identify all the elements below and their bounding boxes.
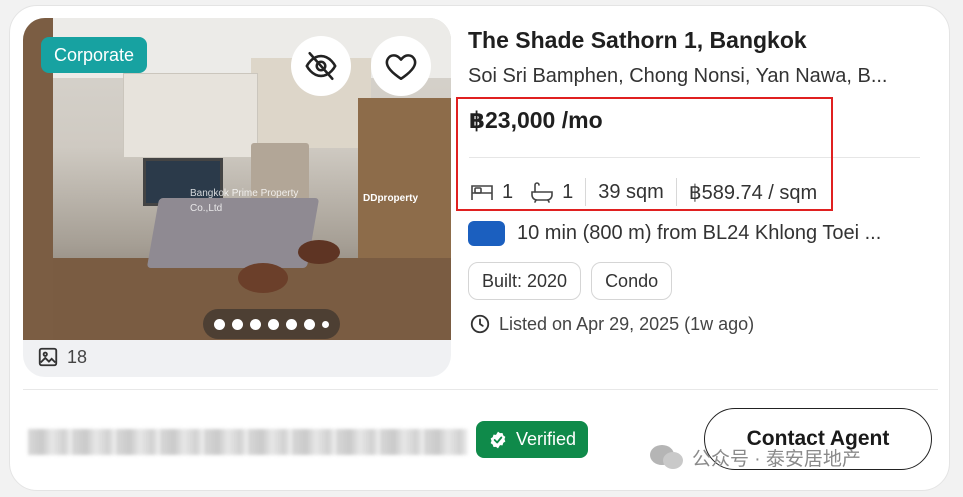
corporate-badge: Corporate bbox=[41, 37, 148, 73]
carousel-dot[interactable] bbox=[322, 320, 329, 328]
listing-tags: Built: 2020 Condo bbox=[468, 262, 673, 300]
tag-built: Built: 2020 bbox=[468, 262, 582, 300]
hide-listing-button[interactable] bbox=[291, 36, 351, 96]
verified-badge: Verified bbox=[476, 421, 589, 458]
carousel-dot[interactable] bbox=[304, 318, 315, 330]
carousel-dot[interactable] bbox=[250, 318, 261, 330]
transit-line-chip bbox=[468, 221, 505, 246]
photo-watermark-agency: Bangkok Prime Property Co.,Ltd bbox=[190, 188, 299, 214]
card-divider bbox=[23, 389, 938, 390]
agent-name-blurred bbox=[28, 429, 468, 455]
carousel-dot[interactable] bbox=[214, 318, 225, 330]
listed-text: Listed on Apr 29, 2025 (1w ago) bbox=[499, 313, 755, 334]
clock-icon bbox=[470, 314, 490, 334]
carousel-dots[interactable] bbox=[203, 309, 340, 339]
eye-off-icon bbox=[305, 51, 337, 81]
carousel-dot[interactable] bbox=[268, 318, 279, 330]
photo-count[interactable]: 18 bbox=[37, 346, 87, 368]
wechat-watermark: 公众号 · 泰安居地产 bbox=[650, 442, 861, 472]
listed-date: Listed on Apr 29, 2025 (1w ago) bbox=[469, 313, 754, 335]
carousel-dot[interactable] bbox=[286, 318, 297, 330]
gallery-icon bbox=[38, 347, 58, 367]
favorite-button[interactable] bbox=[371, 36, 431, 96]
wechat-watermark-text: 公众号 · 泰安居地产 bbox=[692, 448, 861, 470]
listing-address: Soi Sri Bamphen, Chong Nonsi, Yan Nawa, … bbox=[468, 65, 888, 87]
photo-count-value: 18 bbox=[67, 346, 88, 367]
photo-watermark-brand: DDproperty bbox=[363, 193, 419, 204]
transit-info: 10 min (800 m) from BL24 Khlong Toei ... bbox=[468, 221, 881, 246]
wechat-icon bbox=[650, 442, 686, 472]
heart-icon bbox=[385, 54, 417, 81]
tag-type: Condo bbox=[591, 262, 673, 300]
carousel-dot[interactable] bbox=[232, 318, 243, 330]
transit-text: 10 min (800 m) from BL24 Khlong Toei ... bbox=[517, 222, 882, 244]
verified-label: Verified bbox=[516, 429, 577, 449]
shield-check-icon bbox=[490, 431, 506, 448]
listing-title[interactable]: The Shade Sathorn 1, Bangkok bbox=[468, 27, 807, 54]
price-highlight-box bbox=[456, 97, 833, 211]
